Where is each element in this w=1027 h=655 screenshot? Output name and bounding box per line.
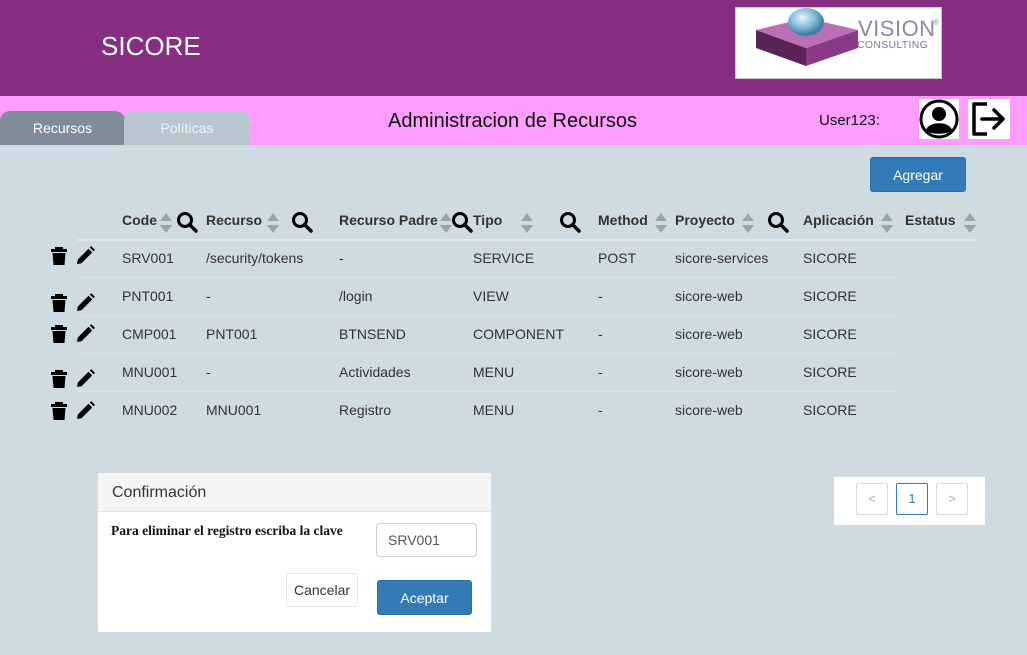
dialog-prompt: Para eliminar el registro escriba la cla…	[111, 523, 343, 538]
pencil-icon[interactable]	[75, 369, 95, 389]
tab-recursos[interactable]: Recursos	[0, 111, 125, 145]
pencil-icon[interactable]	[75, 246, 95, 266]
pagination: < 1 >	[834, 477, 985, 525]
sort-icon[interactable]	[654, 212, 668, 234]
cell-aplicacion: SICORE	[803, 402, 857, 418]
trash-icon[interactable]	[49, 246, 69, 266]
pencil-icon[interactable]	[75, 293, 95, 313]
trash-icon[interactable]	[49, 401, 69, 421]
column-header-method[interactable]: Method	[598, 212, 648, 228]
user-label: User123:	[819, 112, 880, 129]
dialog-header: Confirmación	[98, 473, 491, 512]
cell-proyecto: sicore-web	[675, 326, 743, 342]
row-divider	[77, 391, 897, 392]
sort-icon[interactable]	[520, 212, 534, 234]
column-header-aplicacion[interactable]: Aplicación	[803, 212, 874, 228]
cell-code: MNU002	[122, 402, 178, 418]
cell-aplicacion: SICORE	[803, 326, 857, 342]
cell-tipo: SERVICE	[473, 250, 535, 266]
cell-proyecto: sicore-web	[675, 402, 743, 418]
confirmation-dialog: Confirmación Para eliminar el registro e…	[97, 472, 492, 633]
cell-method: -	[598, 402, 603, 418]
previous-page-button[interactable]: <	[856, 483, 888, 515]
logo-registered-mark: ®	[933, 18, 939, 27]
trash-icon[interactable]	[49, 369, 69, 389]
cell-proyecto: sicore-services	[675, 250, 769, 266]
logo-subtitle: CONSULTING	[857, 39, 929, 51]
cancel-button[interactable]: Cancelar	[286, 573, 358, 607]
sort-icon[interactable]	[741, 212, 755, 234]
cell-code: SRV001	[122, 250, 174, 266]
page-button-1[interactable]: 1	[896, 483, 928, 515]
cell-recurso-padre: BTNSEND	[339, 326, 406, 342]
sort-icon[interactable]	[880, 212, 894, 234]
sort-icon[interactable]	[266, 212, 280, 234]
search-icon[interactable]	[451, 211, 473, 233]
cell-tipo: VIEW	[473, 288, 509, 304]
cell-recurso: PNT001	[206, 326, 258, 342]
row-divider	[77, 277, 897, 278]
cell-aplicacion: SICORE	[803, 288, 857, 304]
table-header-divider	[77, 239, 977, 241]
cell-recurso-padre: /login	[339, 288, 373, 304]
cell-code: CMP001	[122, 326, 177, 342]
cell-tipo: MENU	[473, 402, 515, 418]
column-header-recurso[interactable]: Recurso	[206, 212, 262, 228]
user-circle-icon	[919, 99, 959, 139]
cell-method: -	[598, 288, 603, 304]
logout-icon	[972, 102, 1005, 136]
page-title: Administracion de Recursos	[388, 110, 637, 132]
app-title: SICORE	[101, 31, 201, 61]
column-header-recurso-padre[interactable]: Recurso Padre	[339, 212, 438, 228]
sort-icon[interactable]	[963, 212, 977, 234]
search-icon[interactable]	[559, 211, 581, 233]
app-header: SICORE VISION ® CONSULTING	[0, 0, 1027, 96]
cell-recurso-padre: Registro	[339, 402, 392, 418]
column-header-estatus[interactable]: Estatus	[905, 212, 956, 228]
trash-icon[interactable]	[49, 293, 69, 313]
next-page-button[interactable]: >	[936, 483, 968, 515]
cell-recurso-padre: Actividades	[339, 364, 411, 380]
search-icon[interactable]	[291, 211, 313, 233]
cell-code: PNT001	[122, 288, 174, 304]
cell-recurso: MNU001	[206, 402, 262, 418]
cell-aplicacion: SICORE	[803, 364, 857, 380]
cell-proyecto: sicore-web	[675, 364, 743, 380]
cell-proyecto: sicore-web	[675, 288, 743, 304]
search-icon[interactable]	[767, 211, 789, 233]
confirmation-key-input[interactable]	[376, 523, 477, 557]
tab-politicas[interactable]: Políticas	[124, 111, 250, 145]
navigation-bar: Recursos Políticas Administracion de Rec…	[0, 96, 1027, 145]
cell-recurso: -	[206, 288, 211, 304]
logo-mark-icon	[756, 8, 858, 66]
add-button[interactable]: Agregar	[870, 157, 966, 192]
row-divider	[77, 353, 897, 354]
cell-recurso-padre: -	[339, 250, 344, 266]
dialog-title: Confirmación	[112, 484, 207, 501]
search-icon[interactable]	[176, 211, 198, 233]
cell-aplicacion: SICORE	[803, 250, 857, 266]
cell-code: MNU001	[122, 364, 178, 380]
cell-tipo: COMPONENT	[473, 326, 564, 342]
cell-recurso: -	[206, 364, 211, 380]
cell-method: -	[598, 326, 603, 342]
cell-method: -	[598, 364, 603, 380]
column-header-proyecto[interactable]: Proyecto	[675, 212, 735, 228]
sort-icon[interactable]	[159, 212, 173, 234]
user-profile-button[interactable]	[919, 99, 959, 139]
trash-icon[interactable]	[49, 324, 69, 344]
vision-consulting-logo: VISION ® CONSULTING	[735, 7, 942, 79]
logout-button[interactable]	[968, 99, 1010, 139]
row-divider	[77, 315, 897, 316]
column-header-tipo[interactable]: Tipo	[473, 212, 502, 228]
column-header-code[interactable]: Code	[122, 212, 157, 228]
cell-recurso: /security/tokens	[206, 250, 304, 266]
pencil-icon[interactable]	[75, 324, 95, 344]
pencil-icon[interactable]	[75, 401, 95, 421]
accept-button[interactable]: Aceptar	[377, 580, 472, 615]
cell-method: POST	[598, 250, 637, 266]
cell-tipo: MENU	[473, 364, 515, 380]
